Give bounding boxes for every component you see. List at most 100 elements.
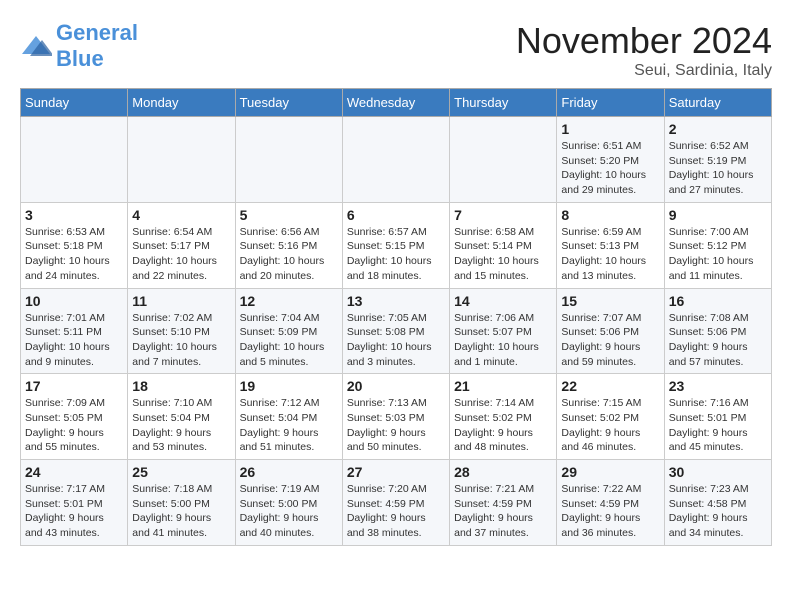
day-info: Sunrise: 6:51 AMSunset: 5:20 PMDaylight:… bbox=[561, 139, 659, 198]
day-info: Sunrise: 6:56 AMSunset: 5:16 PMDaylight:… bbox=[240, 225, 338, 284]
day-info: Sunrise: 7:19 AMSunset: 5:00 PMDaylight:… bbox=[240, 482, 338, 541]
calendar-cell: 11 Sunrise: 7:02 AMSunset: 5:10 PMDayligh… bbox=[128, 288, 235, 374]
day-info: Sunrise: 6:58 AMSunset: 5:14 PMDaylight:… bbox=[454, 225, 552, 284]
day-number: 7 bbox=[454, 207, 552, 223]
day-info: Sunrise: 7:14 AMSunset: 5:02 PMDaylight:… bbox=[454, 396, 552, 455]
logo-general: General bbox=[56, 20, 138, 45]
calendar-cell bbox=[21, 117, 128, 203]
calendar-cell: 13Sunrise: 7:05 AMSunset: 5:08 PMDayligh… bbox=[342, 288, 449, 374]
calendar-table: SundayMondayTuesdayWednesdayThursdayFrid… bbox=[20, 88, 772, 546]
calendar-cell bbox=[342, 117, 449, 203]
calendar-cell: 7 Sunrise: 6:58 AMSunset: 5:14 PMDaylight… bbox=[450, 202, 557, 288]
calendar-week-2: 3 Sunrise: 6:53 AMSunset: 5:18 PMDaylight… bbox=[21, 202, 772, 288]
day-info: Sunrise: 7:13 AMSunset: 5:03 PMDaylight:… bbox=[347, 396, 445, 455]
calendar-cell: 8 Sunrise: 6:59 AMSunset: 5:13 PMDaylight… bbox=[557, 202, 664, 288]
day-number: 17 bbox=[25, 378, 123, 394]
day-info: Sunrise: 6:59 AMSunset: 5:13 PMDaylight:… bbox=[561, 225, 659, 284]
calendar-cell: 12Sunrise: 7:04 AMSunset: 5:09 PMDayligh… bbox=[235, 288, 342, 374]
calendar-header: SundayMondayTuesdayWednesdayThursdayFrid… bbox=[21, 89, 772, 117]
calendar-cell: 21 Sunrise: 7:14 AMSunset: 5:02 PMDayligh… bbox=[450, 374, 557, 460]
day-info: Sunrise: 6:52 AMSunset: 5:19 PMDaylight:… bbox=[669, 139, 767, 198]
day-info: Sunrise: 7:01 AMSunset: 5:11 PMDaylight:… bbox=[25, 311, 123, 370]
logo: General Blue bbox=[20, 20, 138, 72]
day-number: 4 bbox=[132, 207, 230, 223]
calendar-cell: 4 Sunrise: 6:54 AMSunset: 5:17 PMDaylight… bbox=[128, 202, 235, 288]
day-info: Sunrise: 7:07 AMSunset: 5:06 PMDaylight:… bbox=[561, 311, 659, 370]
day-number: 23 bbox=[669, 378, 767, 394]
day-info: Sunrise: 7:22 AMSunset: 4:59 PMDaylight:… bbox=[561, 482, 659, 541]
day-info: Sunrise: 6:54 AMSunset: 5:17 PMDaylight:… bbox=[132, 225, 230, 284]
day-number: 8 bbox=[561, 207, 659, 223]
weekday-row: SundayMondayTuesdayWednesdayThursdayFrid… bbox=[21, 89, 772, 117]
calendar-cell bbox=[128, 117, 235, 203]
calendar-cell bbox=[450, 117, 557, 203]
weekday-header-tuesday: Tuesday bbox=[235, 89, 342, 117]
calendar-cell: 17Sunrise: 7:09 AMSunset: 5:05 PMDayligh… bbox=[21, 374, 128, 460]
day-info: Sunrise: 7:18 AMSunset: 5:00 PMDaylight:… bbox=[132, 482, 230, 541]
header-row: General Blue November 2024 Seui, Sardini… bbox=[20, 20, 772, 80]
day-number: 26 bbox=[240, 464, 338, 480]
weekday-header-sunday: Sunday bbox=[21, 89, 128, 117]
day-info: Sunrise: 6:53 AMSunset: 5:18 PMDaylight:… bbox=[25, 225, 123, 284]
calendar-cell: 5Sunrise: 6:56 AMSunset: 5:16 PMDaylight… bbox=[235, 202, 342, 288]
calendar-cell: 14 Sunrise: 7:06 AMSunset: 5:07 PMDayligh… bbox=[450, 288, 557, 374]
day-number: 14 bbox=[454, 293, 552, 309]
calendar-cell: 30 Sunrise: 7:23 AMSunset: 4:58 PMDayligh… bbox=[664, 460, 771, 546]
calendar-cell: 2Sunrise: 6:52 AMSunset: 5:19 PMDaylight… bbox=[664, 117, 771, 203]
day-info: Sunrise: 7:10 AMSunset: 5:04 PMDaylight:… bbox=[132, 396, 230, 455]
day-number: 6 bbox=[347, 207, 445, 223]
day-number: 21 bbox=[454, 378, 552, 394]
day-info: Sunrise: 7:17 AMSunset: 5:01 PMDaylight:… bbox=[25, 482, 123, 541]
day-number: 16 bbox=[669, 293, 767, 309]
calendar-week-3: 10Sunrise: 7:01 AMSunset: 5:11 PMDayligh… bbox=[21, 288, 772, 374]
calendar-cell: 15Sunrise: 7:07 AMSunset: 5:06 PMDayligh… bbox=[557, 288, 664, 374]
calendar-cell: 10Sunrise: 7:01 AMSunset: 5:11 PMDayligh… bbox=[21, 288, 128, 374]
day-info: Sunrise: 7:23 AMSunset: 4:58 PMDaylight:… bbox=[669, 482, 767, 541]
day-info: Sunrise: 7:00 AMSunset: 5:12 PMDaylight:… bbox=[669, 225, 767, 284]
calendar-cell: 23 Sunrise: 7:16 AMSunset: 5:01 PMDayligh… bbox=[664, 374, 771, 460]
day-info: Sunrise: 7:02 AMSunset: 5:10 PMDaylight:… bbox=[132, 311, 230, 370]
calendar-cell: 16 Sunrise: 7:08 AMSunset: 5:06 PMDayligh… bbox=[664, 288, 771, 374]
calendar-body: 1 Sunrise: 6:51 AMSunset: 5:20 PMDaylight… bbox=[21, 117, 772, 546]
day-number: 27 bbox=[347, 464, 445, 480]
calendar-cell: 1 Sunrise: 6:51 AMSunset: 5:20 PMDaylight… bbox=[557, 117, 664, 203]
logo-blue: Blue bbox=[56, 46, 104, 71]
calendar-week-5: 24 Sunrise: 7:17 AMSunset: 5:01 PMDayligh… bbox=[21, 460, 772, 546]
day-number: 22 bbox=[561, 378, 659, 394]
calendar-cell: 27 Sunrise: 7:20 AMSunset: 4:59 PMDayligh… bbox=[342, 460, 449, 546]
day-info: Sunrise: 7:12 AMSunset: 5:04 PMDaylight:… bbox=[240, 396, 338, 455]
calendar-container: General Blue November 2024 Seui, Sardini… bbox=[0, 0, 792, 556]
weekday-header-friday: Friday bbox=[557, 89, 664, 117]
day-info: Sunrise: 7:15 AMSunset: 5:02 PMDaylight:… bbox=[561, 396, 659, 455]
calendar-cell: 29 Sunrise: 7:22 AMSunset: 4:59 PMDayligh… bbox=[557, 460, 664, 546]
day-info: Sunrise: 7:20 AMSunset: 4:59 PMDaylight:… bbox=[347, 482, 445, 541]
logo-text: General Blue bbox=[56, 20, 138, 72]
calendar-cell: 19 Sunrise: 7:12 AMSunset: 5:04 PMDayligh… bbox=[235, 374, 342, 460]
day-info: Sunrise: 7:05 AMSunset: 5:08 PMDaylight:… bbox=[347, 311, 445, 370]
calendar-cell: 24 Sunrise: 7:17 AMSunset: 5:01 PMDayligh… bbox=[21, 460, 128, 546]
day-number: 1 bbox=[561, 121, 659, 137]
day-info: Sunrise: 7:06 AMSunset: 5:07 PMDaylight:… bbox=[454, 311, 552, 370]
day-info: Sunrise: 7:21 AMSunset: 4:59 PMDaylight:… bbox=[454, 482, 552, 541]
calendar-week-1: 1 Sunrise: 6:51 AMSunset: 5:20 PMDaylight… bbox=[21, 117, 772, 203]
day-number: 24 bbox=[25, 464, 123, 480]
calendar-cell: 18Sunrise: 7:10 AMSunset: 5:04 PMDayligh… bbox=[128, 374, 235, 460]
logo-icon bbox=[20, 34, 52, 58]
day-number: 3 bbox=[25, 207, 123, 223]
calendar-cell: 20 Sunrise: 7:13 AMSunset: 5:03 PMDayligh… bbox=[342, 374, 449, 460]
location: Seui, Sardinia, Italy bbox=[516, 62, 772, 80]
day-number: 11 bbox=[132, 293, 230, 309]
calendar-cell: 26 Sunrise: 7:19 AMSunset: 5:00 PMDayligh… bbox=[235, 460, 342, 546]
weekday-header-wednesday: Wednesday bbox=[342, 89, 449, 117]
day-number: 19 bbox=[240, 378, 338, 394]
day-info: Sunrise: 7:08 AMSunset: 5:06 PMDaylight:… bbox=[669, 311, 767, 370]
day-info: Sunrise: 7:16 AMSunset: 5:01 PMDaylight:… bbox=[669, 396, 767, 455]
day-info: Sunrise: 7:04 AMSunset: 5:09 PMDaylight:… bbox=[240, 311, 338, 370]
weekday-header-saturday: Saturday bbox=[664, 89, 771, 117]
day-number: 9 bbox=[669, 207, 767, 223]
day-number: 30 bbox=[669, 464, 767, 480]
calendar-cell: 28Sunrise: 7:21 AMSunset: 4:59 PMDayligh… bbox=[450, 460, 557, 546]
day-number: 20 bbox=[347, 378, 445, 394]
month-title: November 2024 bbox=[516, 20, 772, 62]
day-number: 29 bbox=[561, 464, 659, 480]
